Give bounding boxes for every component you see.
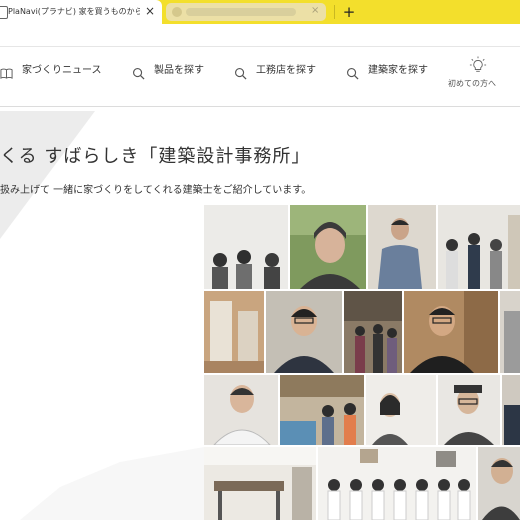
architect-photo[interactable] (500, 291, 520, 373)
favicon-icon (172, 7, 182, 17)
tab-close-icon[interactable]: × (143, 4, 157, 18)
architect-photo[interactable] (438, 375, 500, 445)
architect-photo[interactable] (280, 375, 364, 445)
toolbar-strip (0, 24, 520, 47)
nav-item-builders[interactable]: 工務店を探す (234, 62, 324, 96)
site-nav: 家づくりニュース 製品を探す 工務店を探す 建築家を探す 初めての方へ (0, 50, 520, 107)
architect-photo[interactable] (368, 205, 436, 289)
architect-photo[interactable] (478, 447, 520, 520)
tab-close-icon[interactable]: × (311, 5, 319, 16)
architect-photo[interactable] (502, 375, 520, 445)
browser-tab-inactive[interactable]: × (166, 3, 326, 21)
nav-item-label: 家づくりニュース (22, 65, 102, 76)
hero-headline: くる すばらしき「建築設計事務所」 (0, 146, 311, 167)
new-tab-button[interactable]: + (340, 3, 358, 21)
favicon-icon (0, 6, 8, 19)
nav-item-architects[interactable]: 建築家を探す (346, 62, 436, 96)
search-icon (133, 68, 145, 80)
book-icon (0, 68, 13, 79)
architect-photo[interactable] (204, 205, 288, 289)
architect-photo[interactable] (290, 205, 366, 289)
tab-divider (334, 5, 335, 19)
architect-photo[interactable] (366, 375, 436, 445)
help-label: 初めての方へ (448, 79, 496, 88)
architect-photo[interactable] (266, 291, 342, 373)
architect-photo[interactable] (204, 375, 278, 445)
hero-subline: 扱み上げて 一緒に家づくりをしてくれる建築士をご紹介しています。 (0, 185, 312, 196)
nav-item-first-time[interactable]: 初めての方へ (448, 56, 508, 104)
search-icon (347, 68, 359, 80)
nav-item-label: 建築家を探す (368, 65, 428, 76)
architect-photo[interactable] (204, 447, 316, 520)
architect-photo-grid (204, 205, 520, 520)
architect-photo[interactable] (404, 291, 498, 373)
architect-photo[interactable] (344, 291, 402, 373)
architect-photo[interactable] (438, 205, 520, 289)
tab-title-blurred (186, 8, 296, 16)
architect-photo[interactable] (204, 291, 264, 373)
nav-item-news[interactable]: 家づくりニュース (0, 62, 120, 96)
architect-photo[interactable] (318, 447, 476, 520)
nav-item-label: 工務店を探す (256, 65, 316, 76)
nav-item-products[interactable]: 製品を探す (132, 62, 222, 96)
nav-item-label: 製品を探す (154, 65, 204, 76)
browser-tab-active[interactable]: PlaNavi(プラナビ) 家を買うものから創 × (0, 0, 162, 24)
lightbulb-icon (469, 56, 487, 72)
tab-title: PlaNavi(プラナビ) 家を買うものから創 (8, 7, 140, 16)
search-icon (235, 68, 247, 80)
browser-tab-strip: PlaNavi(プラナビ) 家を買うものから創 × × + (0, 0, 520, 24)
